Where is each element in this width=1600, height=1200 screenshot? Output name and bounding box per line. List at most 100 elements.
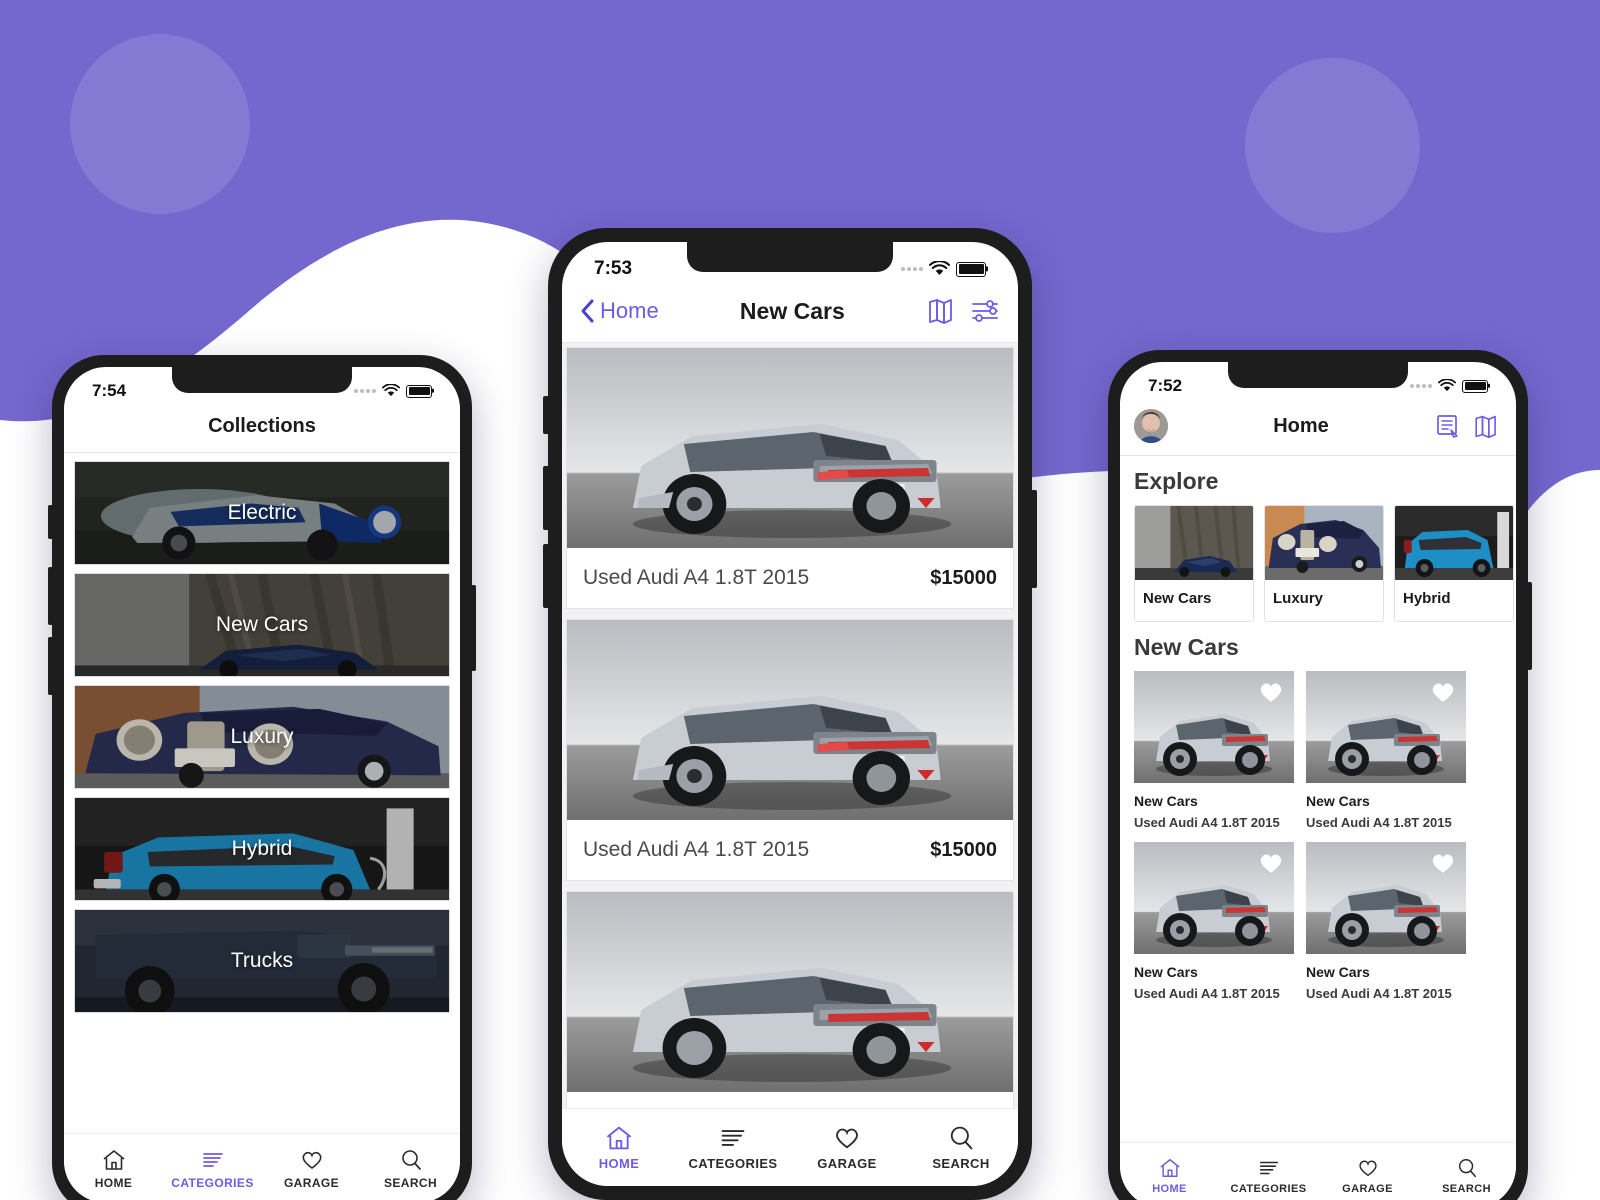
notes-icon[interactable] — [1434, 413, 1462, 440]
side-button-mute[interactable] — [543, 396, 549, 434]
listing-row: Used Audi A4 1.8T 2015 $15000 — [567, 1092, 1013, 1108]
map-icon[interactable] — [1472, 413, 1502, 440]
listing-row: Used Audi A4 1.8T 2015 $15000 — [567, 548, 1013, 608]
collection-card-trucks[interactable]: Trucks — [74, 909, 450, 1013]
listing-name: Used Audi A4 1.8T 2015 — [583, 838, 810, 861]
tab-label: SEARCH — [1442, 1182, 1491, 1195]
tab-garage[interactable]: GARAGE — [790, 1124, 904, 1171]
tab-label: SEARCH — [932, 1156, 990, 1171]
side-button-volume-up[interactable] — [48, 567, 53, 625]
tab-label: HOME — [598, 1156, 640, 1171]
tab-label: GARAGE — [283, 1175, 340, 1190]
tab-categories[interactable]: CATEGORIES — [163, 1148, 262, 1190]
bottom-tab-bar[interactable]: HOME CATEGORIES GARAGE SEARCH — [64, 1133, 460, 1200]
heart-icon — [1432, 854, 1454, 873]
favorite-button[interactable] — [1428, 677, 1458, 707]
page-title: New Cars — [739, 297, 845, 324]
side-button-power[interactable] — [471, 585, 476, 671]
tab-garage[interactable]: GARAGE — [1318, 1157, 1417, 1195]
tab-search[interactable]: SEARCH — [904, 1124, 1018, 1171]
side-button-volume-down[interactable] — [48, 637, 53, 695]
silver-sedan-rear-photo — [567, 348, 1013, 548]
phone-collections: 7:54 Collections Electric New Cars Luxur… — [48, 355, 476, 1200]
tab-categories[interactable]: CATEGORIES — [1219, 1157, 1318, 1195]
side-button-volume-down[interactable] — [543, 544, 549, 608]
page-title: Home — [1273, 414, 1329, 437]
heart-icon — [1358, 1160, 1377, 1176]
status-time: 7:53 — [594, 258, 633, 279]
tab-label: GARAGE — [817, 1156, 877, 1171]
map-icon[interactable] — [926, 296, 958, 326]
bottom-tab-bar[interactable]: HOME CATEGORIES GARAGE SEARCH — [1120, 1142, 1516, 1200]
page-title: Collections — [208, 415, 316, 437]
car-name: Used Audi A4 1.8T 2015 — [1306, 986, 1452, 1001]
car-card[interactable]: New Cars Used Audi A4 1.8T 2015 — [1306, 842, 1466, 1001]
silver-sedan-rear-photo — [1134, 671, 1294, 783]
collection-card-new-cars[interactable]: New Cars — [74, 573, 450, 677]
bmw-i3-hybrid-charging-photo — [1395, 506, 1513, 580]
side-button-power[interactable] — [1031, 490, 1037, 588]
car-card[interactable]: New Cars Used Audi A4 1.8T 2015 — [1306, 671, 1466, 830]
car-category: New Cars — [1306, 793, 1370, 809]
search-icon — [950, 1126, 973, 1150]
explore-label: Hybrid — [1403, 590, 1451, 607]
listing-name: Used Audi A4 1.8T 2015 — [583, 566, 810, 589]
explore-card-luxury[interactable]: Luxury — [1264, 505, 1384, 622]
listing-card[interactable]: Used Audi A4 1.8T 2015 $15000 — [566, 891, 1014, 1108]
collection-card-hybrid[interactable]: Hybrid — [74, 797, 450, 901]
listing-price: $15000 — [930, 838, 997, 861]
listing-card[interactable]: Used Audi A4 1.8T 2015 $15000 — [566, 347, 1014, 609]
home-icon — [1159, 1158, 1180, 1177]
side-button-power[interactable] — [1527, 582, 1532, 670]
heart-icon — [836, 1128, 858, 1149]
tab-home[interactable]: HOME — [64, 1148, 163, 1190]
explore-title: Explore — [1134, 468, 1219, 494]
car-card[interactable]: New Cars Used Audi A4 1.8T 2015 — [1134, 842, 1294, 1001]
explore-card-hybrid[interactable]: Hybrid — [1394, 505, 1514, 622]
new-cars-grid[interactable]: New Cars Used Audi A4 1.8T 2015 New Cars… — [1120, 671, 1516, 1001]
tab-label: CATEGORIES — [688, 1156, 778, 1171]
avatar[interactable] — [1134, 409, 1168, 443]
chevron-left-icon — [581, 299, 594, 323]
tab-search[interactable]: SEARCH — [361, 1148, 460, 1190]
favorite-button[interactable] — [1256, 677, 1286, 707]
heart-icon — [1432, 683, 1454, 702]
search-icon — [1458, 1158, 1476, 1177]
nav-bar-collections: Collections — [64, 407, 460, 453]
tab-home[interactable]: HOME — [562, 1124, 676, 1171]
tab-categories[interactable]: CATEGORIES — [676, 1124, 790, 1171]
car-category: New Cars — [1134, 793, 1198, 809]
listings-scroll[interactable]: Used Audi A4 1.8T 2015 $15000 Used Audi … — [562, 343, 1018, 1108]
bottom-tab-bar[interactable]: HOME CATEGORIES GARAGE SEARCH — [562, 1108, 1018, 1186]
new-cars-title: New Cars — [1134, 634, 1239, 660]
filter-sliders-icon[interactable] — [970, 297, 1000, 325]
screen-home: 7:52 Home Explore New Cars Luxury Hybrid… — [1120, 362, 1516, 1200]
favorite-button[interactable] — [1256, 848, 1286, 878]
nav-bar-new-cars: Home New Cars — [562, 286, 1018, 343]
user-avatar-photo — [1134, 409, 1168, 443]
categories-icon — [721, 1130, 745, 1146]
decorative-circle-left — [70, 34, 250, 214]
collection-card-luxury[interactable]: Luxury — [74, 685, 450, 789]
back-button[interactable]: Home — [580, 298, 659, 324]
explore-card-new-cars[interactable]: New Cars — [1134, 505, 1254, 622]
side-button-mute[interactable] — [48, 505, 53, 539]
side-button-volume-up[interactable] — [543, 466, 549, 530]
favorite-button[interactable] — [1428, 848, 1458, 878]
silver-sedan-rear-photo — [567, 892, 1013, 1092]
car-name: Used Audi A4 1.8T 2015 — [1134, 986, 1280, 1001]
tab-garage[interactable]: GARAGE — [262, 1148, 361, 1190]
home-content[interactable]: Explore New Cars Luxury Hybrid New Cars … — [1120, 456, 1516, 1142]
car-card[interactable]: New Cars Used Audi A4 1.8T 2015 — [1134, 671, 1294, 830]
tab-home[interactable]: HOME — [1120, 1157, 1219, 1195]
collections-list[interactable]: Electric New Cars Luxury Hybrid Trucks — [64, 453, 460, 1133]
car-category: New Cars — [1306, 964, 1370, 980]
explore-carousel[interactable]: New Cars Luxury Hybrid — [1120, 505, 1516, 622]
car-name: Used Audi A4 1.8T 2015 — [1134, 815, 1280, 830]
nav-bar-home: Home — [1120, 402, 1516, 456]
signal-icon — [901, 267, 923, 271]
tab-search[interactable]: SEARCH — [1417, 1157, 1516, 1195]
listing-card[interactable]: Used Audi A4 1.8T 2015 $15000 — [566, 619, 1014, 881]
collection-card-electric[interactable]: Electric — [74, 461, 450, 565]
collection-label: New Cars — [215, 613, 309, 636]
